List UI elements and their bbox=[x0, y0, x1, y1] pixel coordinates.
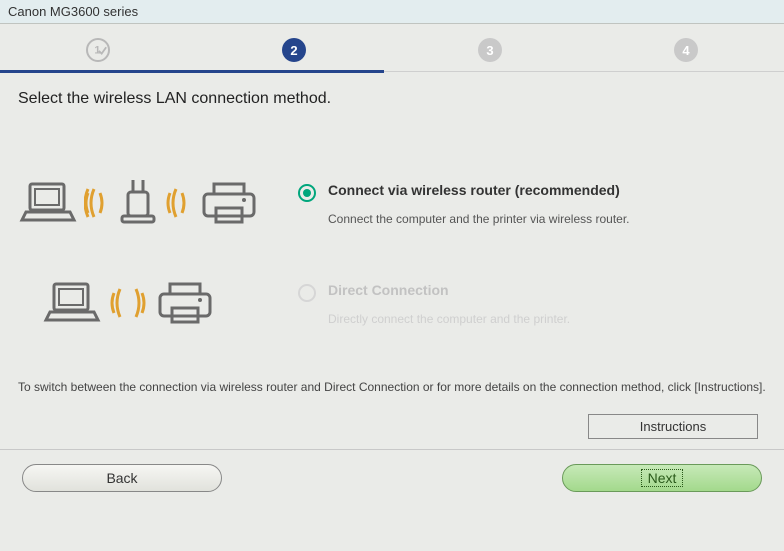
instructions-button[interactable]: Instructions bbox=[588, 414, 758, 439]
step-2: 2 bbox=[282, 38, 306, 62]
page-heading: Select the wireless LAN connection metho… bbox=[18, 90, 766, 108]
option-direct-connection: Direct Connection Directly connect the c… bbox=[18, 278, 766, 328]
radio-wireless-router[interactable] bbox=[298, 184, 316, 202]
option1-desc: Connect the computer and the printer via… bbox=[328, 212, 766, 226]
step-1: 1 bbox=[86, 38, 110, 62]
option2-title: Direct Connection bbox=[328, 282, 766, 298]
radio-direct-connection bbox=[298, 284, 316, 302]
back-button[interactable]: Back bbox=[22, 464, 222, 492]
printer-icon bbox=[198, 178, 262, 228]
step-3: 3 bbox=[478, 38, 502, 62]
option2-desc: Directly connect the computer and the pr… bbox=[328, 312, 766, 326]
wifi-waves-icon bbox=[166, 183, 192, 223]
step-4: 4 bbox=[674, 38, 698, 62]
stepper: 1 2 3 4 bbox=[0, 24, 784, 72]
option2-graphic bbox=[18, 278, 278, 328]
wifi-waves-icon bbox=[108, 283, 148, 323]
printer-icon bbox=[154, 278, 218, 328]
footer: Back Next bbox=[0, 450, 784, 506]
laptop-icon bbox=[42, 278, 102, 328]
router-icon bbox=[116, 178, 160, 228]
step1-check-icon: 1 bbox=[88, 39, 108, 61]
next-button[interactable]: Next bbox=[562, 464, 762, 492]
option-wireless-router[interactable]: Connect via wireless router (recommended… bbox=[18, 178, 766, 228]
window-titlebar: Canon MG3600 series bbox=[0, 0, 784, 24]
hint-text: To switch between the connection via wir… bbox=[18, 378, 766, 396]
wifi-waves-icon bbox=[84, 183, 110, 223]
option1-title: Connect via wireless router (recommended… bbox=[328, 182, 766, 198]
laptop-icon bbox=[18, 178, 78, 228]
option1-graphic bbox=[18, 178, 278, 228]
